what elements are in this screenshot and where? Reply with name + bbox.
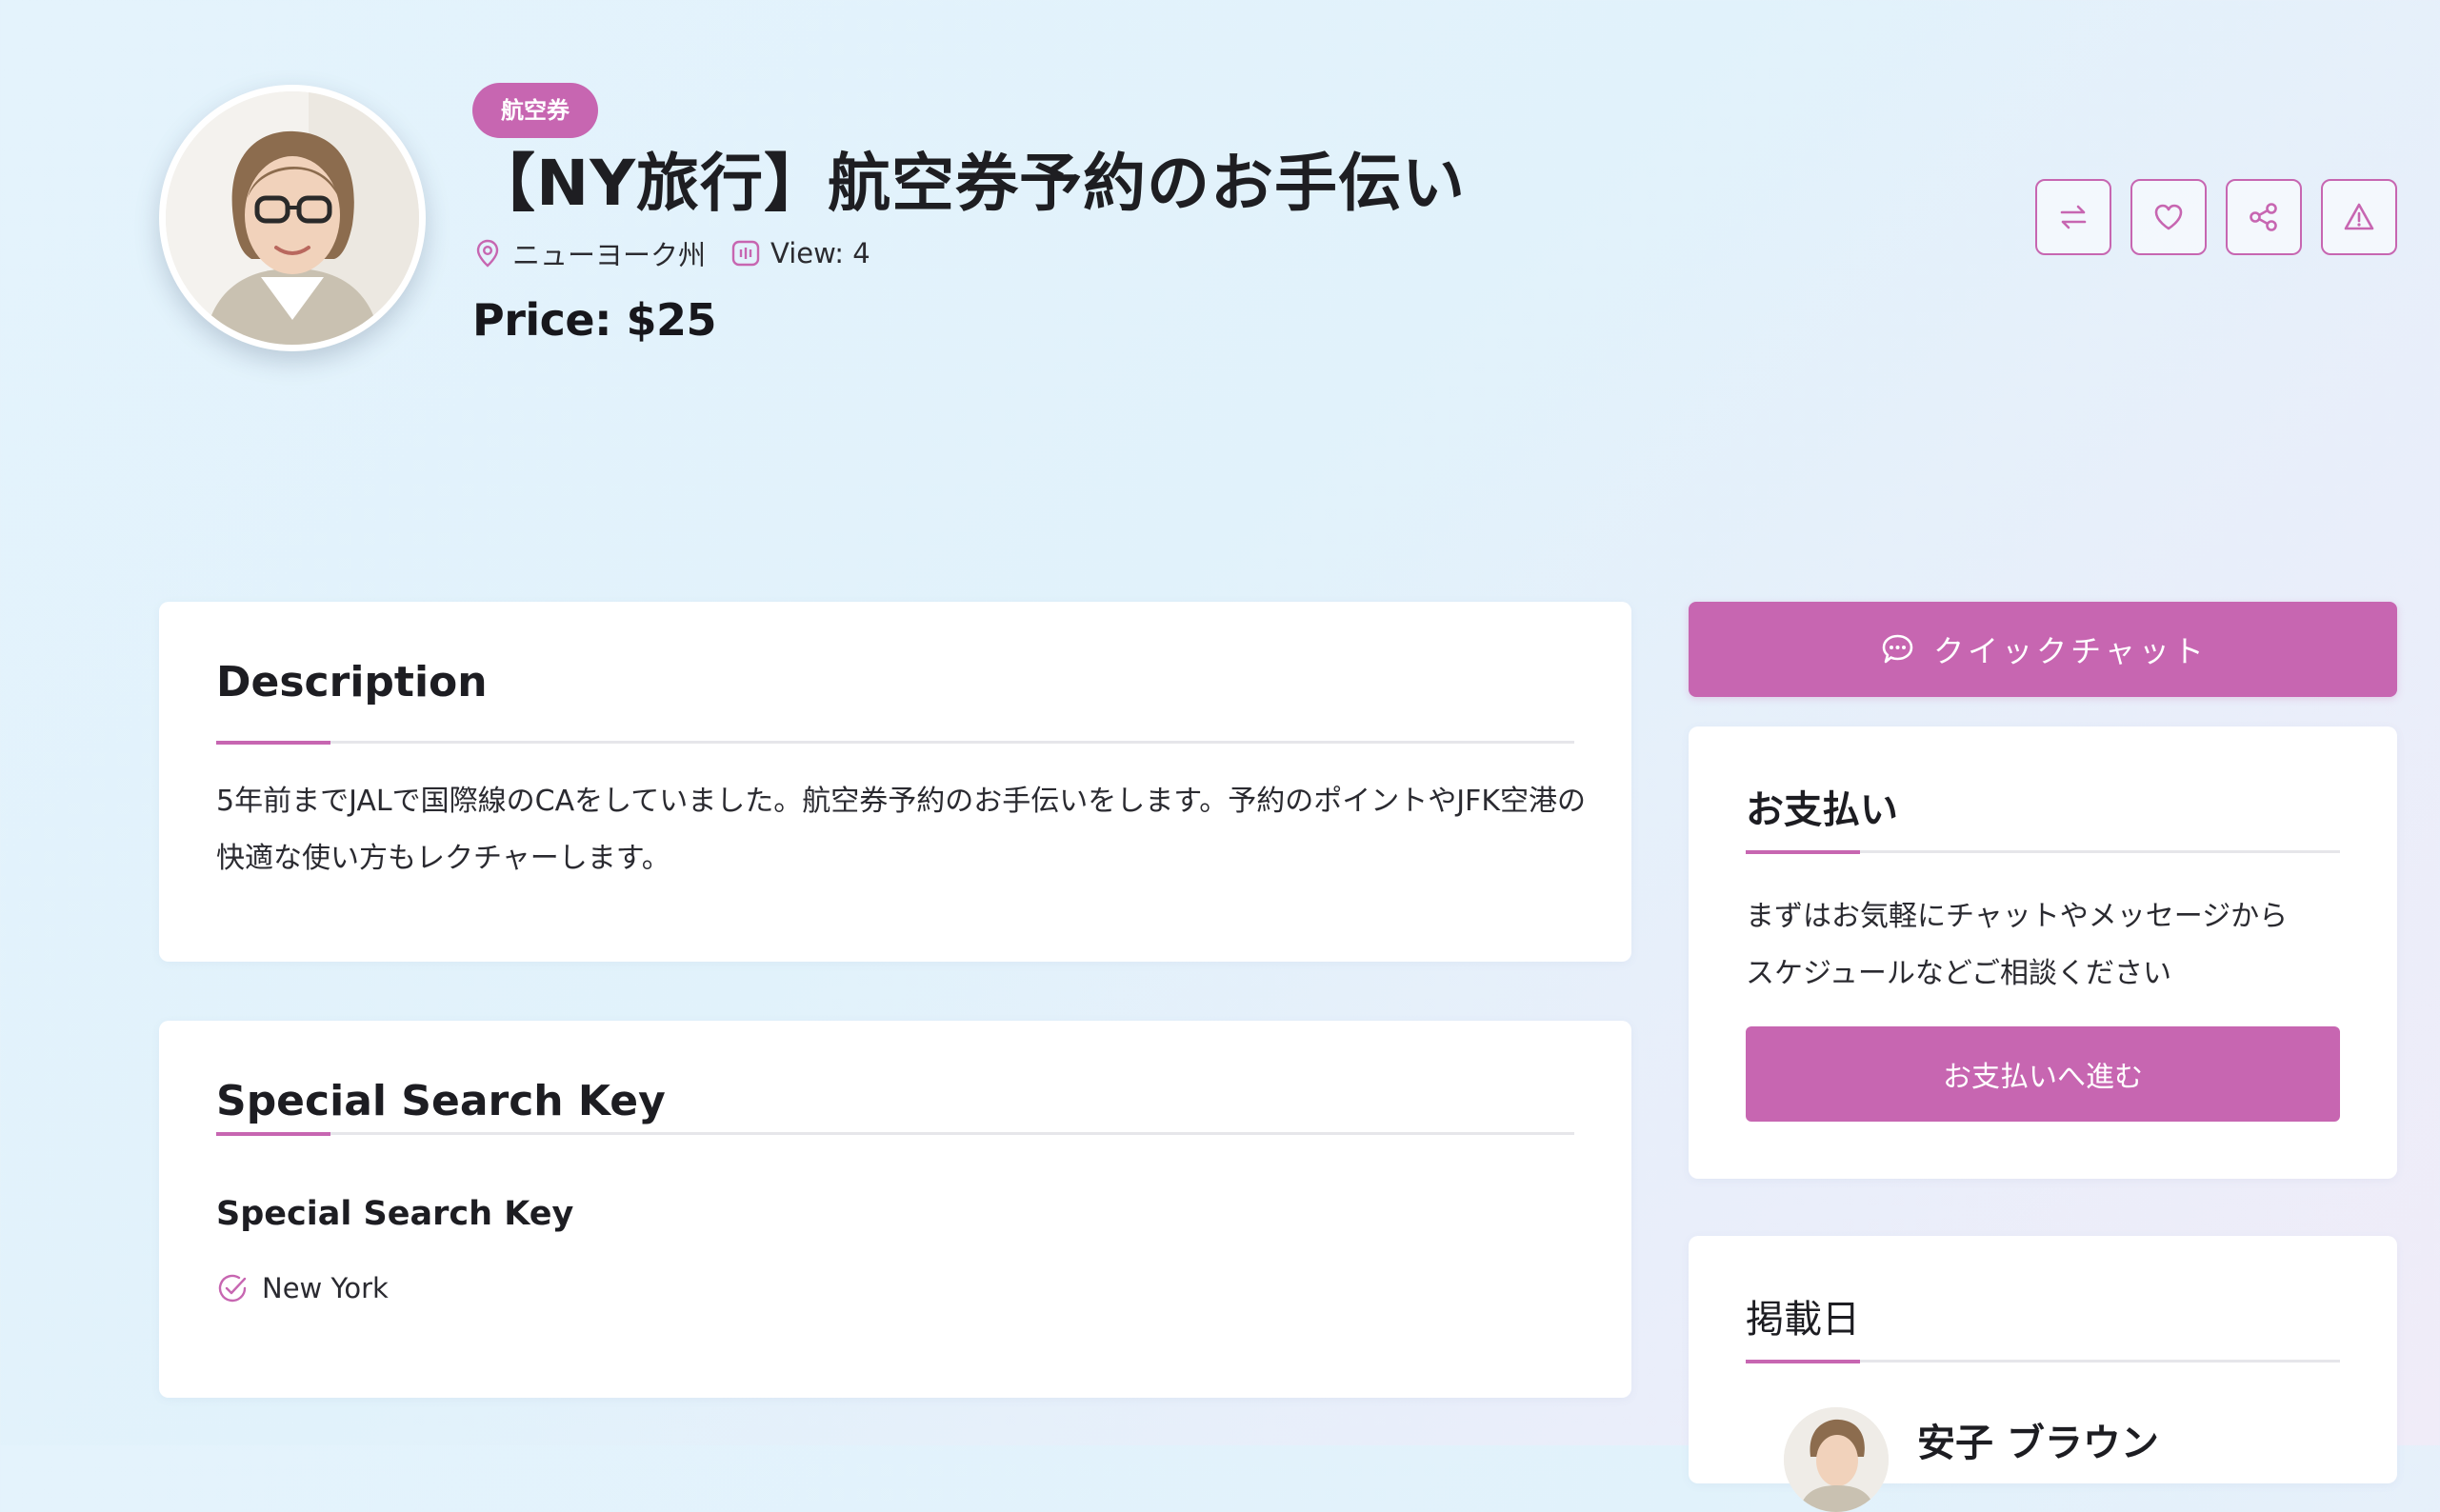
swap-arrows-icon — [2060, 205, 2087, 229]
listing-meta: ニューヨーク州 View: 4 — [472, 233, 870, 273]
special-search-subtitle: Special Search Key — [216, 1195, 574, 1233]
poster-name[interactable]: 安子 ブラウン — [1917, 1412, 2159, 1467]
warning-triangle-icon — [2344, 203, 2374, 230]
location-text: ニューヨーク州 — [512, 239, 707, 271]
search-key-item: New York — [216, 1272, 389, 1304]
payment-title: お支払い — [1746, 788, 1898, 832]
favorite-button[interactable] — [2130, 179, 2207, 255]
share-button[interactable] — [2226, 179, 2302, 255]
listing-title: 【NY旅行】航空券予約のお手伝い — [472, 147, 1467, 220]
search-key-label: New York — [262, 1272, 389, 1304]
payment-text-line-2: スケジュールなどご相談ください — [1746, 957, 2171, 990]
poster-avatar[interactable] — [1784, 1407, 1889, 1512]
section-divider — [216, 1132, 1574, 1136]
special-search-card: Special Search Key Special Search Key Ne… — [159, 1021, 1631, 1398]
report-button[interactable] — [2321, 179, 2397, 255]
special-search-title: Special Search Key — [216, 1077, 666, 1125]
payment-card: お支払い まずはお気軽にチャットやメッセージから スケジュールなどご相談ください … — [1689, 726, 2397, 1179]
description-title: Description — [216, 658, 488, 706]
compare-button[interactable] — [2035, 179, 2111, 255]
description-text: 5年前までJALで国際線のCAをしていました。航空券予約のお手伝いをします。予約… — [216, 785, 1586, 875]
view-count: View: 4 — [770, 237, 870, 269]
listing-actions — [2035, 179, 2397, 255]
chat-bubble-icon — [1878, 630, 1916, 668]
category-badge[interactable]: 航空券 — [472, 83, 598, 138]
posted-date-title: 掲載日 — [1746, 1298, 1860, 1342]
section-divider — [216, 741, 1574, 745]
quick-chat-label: クイックチャット — [1933, 633, 2208, 669]
location-pin-icon — [472, 238, 503, 269]
check-circle-icon — [216, 1272, 249, 1304]
profile-photo — [166, 91, 419, 345]
heart-icon — [2154, 204, 2183, 230]
description-card: Description 5年前までJALで国際線のCAをしていました。航空券予約… — [159, 602, 1631, 962]
proceed-payment-button[interactable]: お支払いへ進む — [1746, 1026, 2340, 1122]
payment-text-line-1: まずはお気軽にチャットやメッセージから — [1746, 900, 2289, 933]
posted-date-card: 掲載日 安子 ブラウン — [1689, 1236, 2397, 1512]
payment-text: まずはお気軽にチャットやメッセージから スケジュールなどご相談ください — [1746, 888, 2355, 1003]
views-icon — [730, 238, 761, 269]
share-icon — [2250, 203, 2277, 231]
quick-chat-button[interactable]: クイックチャット — [1689, 602, 2397, 697]
profile-avatar — [159, 85, 426, 351]
section-divider — [1746, 1360, 2340, 1363]
listing-price: Price: $25 — [472, 294, 717, 346]
section-divider — [1746, 850, 2340, 854]
